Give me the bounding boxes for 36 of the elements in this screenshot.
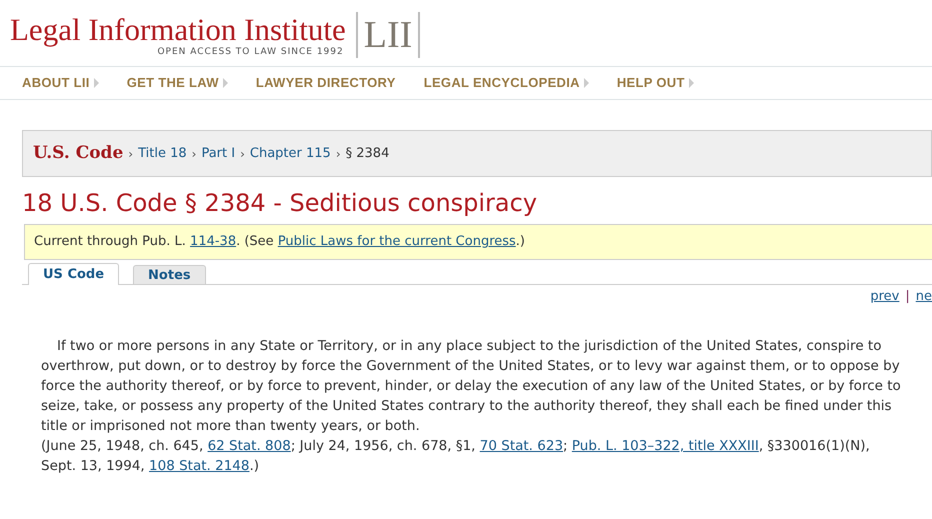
tab[interactable]: US Code — [28, 263, 120, 285]
nav-link[interactable]: LAWYER DIRECTORY — [256, 73, 396, 93]
caret-icon — [94, 78, 99, 88]
site-name[interactable]: Legal Information Institute — [10, 14, 346, 45]
notice-text: Current through Pub. L. 114-38. (See Public Laws for the current Congress.) — [34, 233, 526, 252]
breadcrumb-link[interactable]: Chapter 115 — [250, 144, 331, 164]
tab[interactable]: Notes — [133, 265, 206, 284]
breadcrumb-current: § 2384 — [346, 144, 390, 163]
nav-link[interactable]: HELP OUT — [616, 73, 685, 93]
breadcrumb-separator: › — [240, 146, 245, 162]
citation-link[interactable]: Pub. L. 103–322, title XXXIII — [572, 438, 759, 454]
prev-link[interactable]: prev — [870, 287, 900, 307]
source-note: (June 25, 1948, ch. 645, 62 Stat. 808; July 24, 1956, ch. 678, §1, 70 Stat. 623; Pub. L. 103–322, title XXXIII, §330016(1)(N), Sept. 13, 1994, 108 Stat. 2148.) — [41, 437, 871, 476]
caret-icon — [688, 78, 694, 88]
tagline: OPEN ACCESS TO LAW SINCE 1992 — [157, 46, 344, 58]
breadcrumb-separator: › — [128, 146, 134, 162]
statute-text: If two or more persons in any State or Territory, or in any place subject to the jurisdiction of the United States, conspire to overthrow, put down, or to destroy by force the Government of the United States, or to levy war against them, or to oppose by force the authority thereof, or by force to prevent, hinder, or delay the execution of any law of the United States, or by force to seize, take, or possess any property of the United States contrary to the authority thereof, they shall each be fined under this title or imprisoned not more than twenty years, or both. — [41, 337, 902, 436]
next-link[interactable]: ne — [916, 287, 932, 307]
nav-link[interactable]: GET THE LAW — [126, 73, 219, 93]
citation-link[interactable]: 70 Stat. 623 — [480, 438, 564, 454]
citation-link[interactable]: 114-38 — [190, 234, 236, 250]
page-title: 18 U.S. Code § 2384 - Seditious conspiracy — [22, 188, 538, 218]
nav-link[interactable]: LEGAL ENCYCLOPEDIA — [424, 73, 580, 93]
caret-icon — [584, 78, 589, 88]
breadcrumb-link[interactable]: Title 18 — [138, 144, 187, 164]
pager-divider: | — [905, 288, 910, 306]
citation-link[interactable]: 62 Stat. 808 — [208, 438, 291, 454]
nav-link[interactable]: ABOUT LII — [22, 73, 90, 93]
citation-link[interactable]: Public Laws for the current Congress — [278, 234, 516, 250]
caret-icon — [222, 78, 228, 88]
breadcrumb-separator: › — [192, 146, 196, 162]
breadcrumb-link[interactable]: Part I — [201, 144, 236, 164]
breadcrumb-link[interactable]: U.S. Code — [33, 140, 124, 166]
lii-logo[interactable]: LII — [356, 12, 420, 58]
citation-link[interactable]: 108 Stat. 2148 — [149, 458, 250, 474]
breadcrumb-separator: › — [336, 146, 341, 162]
